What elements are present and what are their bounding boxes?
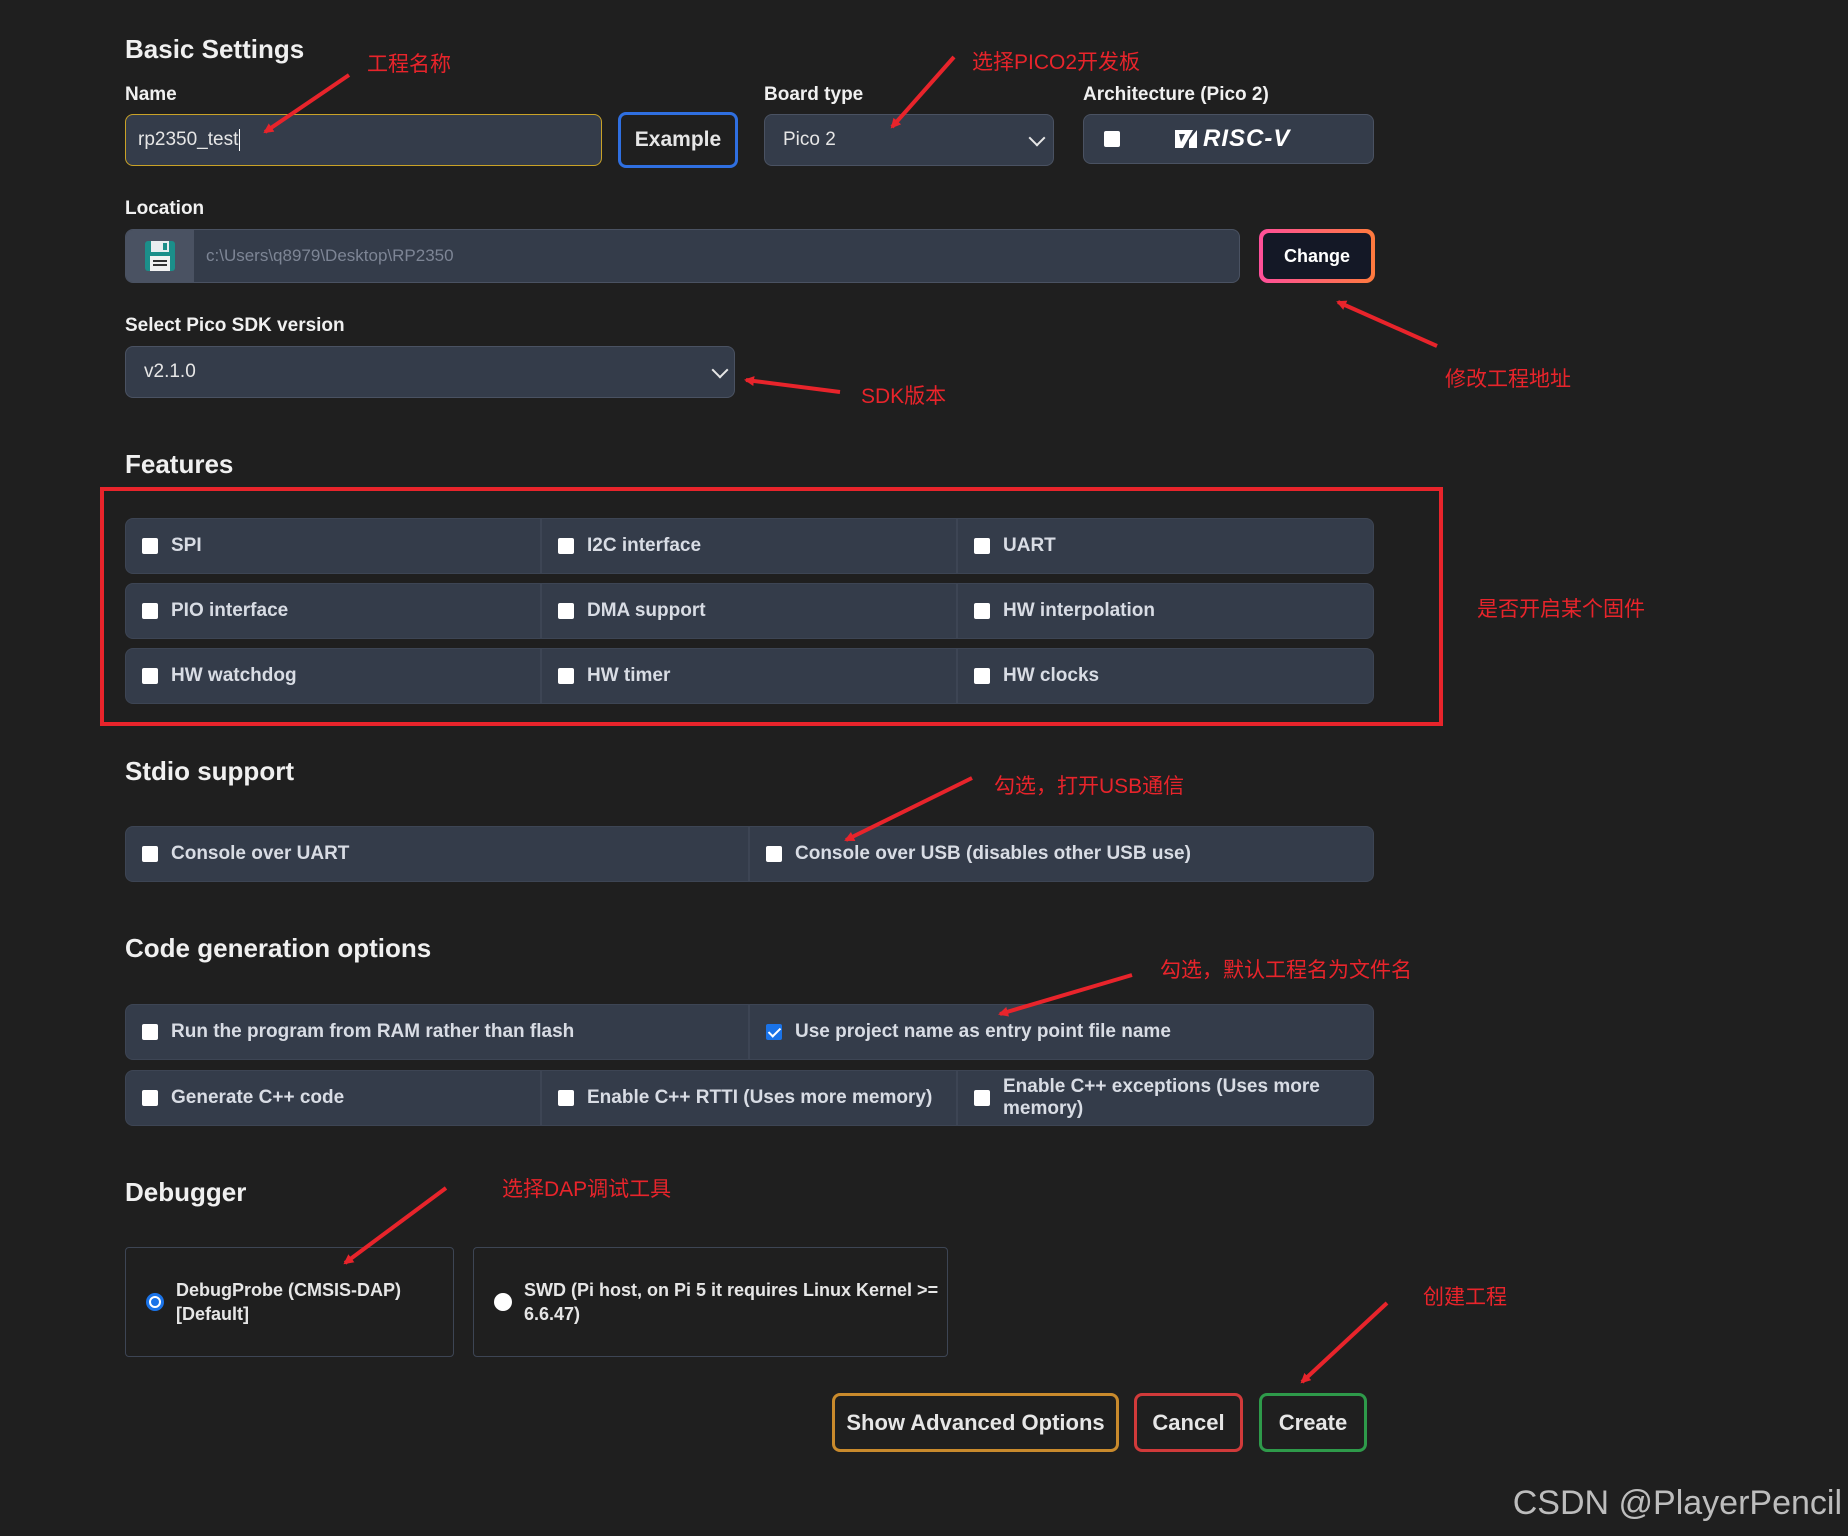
annotation-dap: 选择DAP调试工具	[502, 1178, 672, 1201]
arrow-location	[1336, 300, 1438, 348]
annotation-create: 创建工程	[1423, 1286, 1507, 1309]
annotation-board: 选择PICO2开发板	[972, 51, 1141, 74]
annotation-entry: 勾选，默认工程名为文件名	[1160, 959, 1412, 982]
arrow-entry	[998, 973, 1133, 1017]
annotation-features: 是否开启某个固件	[1477, 598, 1645, 621]
annotation-sdk: SDK版本	[861, 385, 947, 408]
arrow-sdk	[744, 376, 841, 394]
annotation-usb: 勾选，打开USB通信	[994, 775, 1185, 798]
annotation-location: 修改工程地址	[1445, 368, 1571, 391]
arrow-project-name	[263, 73, 351, 134]
annotation-arrows	[263, 55, 1438, 1384]
arrow-usb	[844, 776, 973, 842]
annotation-project-name: 工程名称	[367, 53, 451, 76]
watermark: CSDN @PlayerPencil	[1512, 1484, 1842, 1522]
arrow-create	[1300, 1301, 1389, 1384]
arrow-dap	[343, 1186, 448, 1265]
arrow-board	[890, 55, 956, 129]
